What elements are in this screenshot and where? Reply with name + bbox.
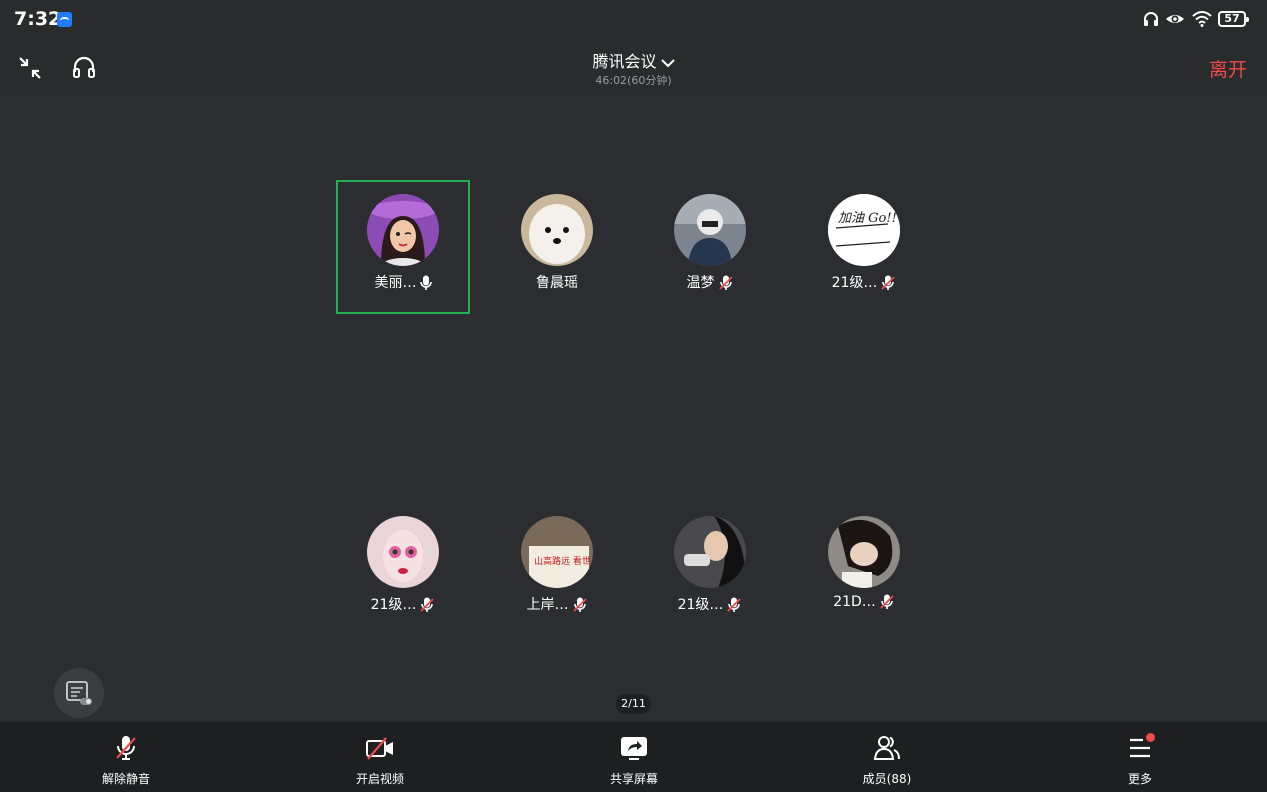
start-video-label: 开启视频 bbox=[355, 772, 404, 786]
more-button[interactable]: 更多 bbox=[1080, 722, 1200, 792]
participant-tile[interactable]: 山高路远 看世界 上岸… bbox=[490, 502, 624, 636]
start-video-button[interactable]: 开启视频 bbox=[320, 722, 440, 792]
leave-button[interactable]: 离开 bbox=[1209, 55, 1247, 82]
avatar bbox=[674, 194, 746, 266]
share-screen-label: 共享屏幕 bbox=[609, 772, 658, 786]
share-screen-icon bbox=[621, 737, 647, 760]
share-screen-button[interactable]: 共享屏幕 bbox=[574, 722, 694, 792]
video-off-icon bbox=[366, 737, 393, 760]
status-bar: 7:32 57 bbox=[0, 0, 1267, 40]
avatar: 山高路远 看世界 bbox=[521, 516, 593, 588]
mic-muted-icon bbox=[718, 275, 733, 290]
unmute-button[interactable]: 解除静音 bbox=[66, 722, 186, 792]
avatar bbox=[674, 516, 746, 588]
participant-tile[interactable]: 21D… bbox=[797, 502, 931, 636]
members-button[interactable]: 成员(88) bbox=[827, 722, 947, 792]
avatar bbox=[367, 516, 439, 588]
captions-button[interactable] bbox=[54, 668, 104, 718]
meeting-header: 腾讯会议 46:02(60分钟) 离开 bbox=[0, 40, 1267, 94]
eye-icon bbox=[1166, 15, 1184, 23]
meeting-toolbar: 解除静音 开启视频 共享屏幕 成员(88) 更多 bbox=[0, 722, 1267, 792]
participant-name: 21D… bbox=[833, 594, 876, 610]
meeting-title: 腾讯会议 bbox=[592, 52, 657, 71]
participant-name: 上岸… bbox=[526, 597, 569, 613]
members-label: 成员(88) bbox=[862, 772, 912, 786]
participant-tile[interactable]: 鲁晨瑶 bbox=[490, 180, 624, 314]
members-icon bbox=[873, 736, 900, 760]
battery-indicator: 57 bbox=[1218, 11, 1249, 27]
subtitle-icon bbox=[66, 681, 92, 705]
mic-on-icon bbox=[419, 275, 432, 290]
participant-name: 美丽… bbox=[374, 275, 417, 291]
tencent-meeting-notification-icon bbox=[57, 12, 72, 27]
status-time: 7:32 bbox=[14, 8, 62, 30]
mic-muted-icon bbox=[727, 597, 742, 612]
more-label: 更多 bbox=[1127, 772, 1152, 786]
mic-muted-icon bbox=[881, 275, 896, 290]
participant-tile[interactable]: 21级… bbox=[336, 502, 470, 636]
avatar bbox=[367, 194, 439, 266]
meeting-title-dropdown[interactable]: 腾讯会议 bbox=[0, 48, 1267, 72]
avatar: 加油 Go!! bbox=[828, 194, 900, 266]
participant-tile[interactable]: 温梦 bbox=[643, 180, 777, 314]
participant-name: 21级… bbox=[370, 597, 417, 613]
participant-name: 21级… bbox=[831, 275, 878, 291]
headphones-status-icon bbox=[1144, 12, 1158, 26]
mic-muted-icon bbox=[116, 736, 136, 760]
chevron-down-icon bbox=[660, 58, 675, 67]
avatar bbox=[521, 194, 593, 266]
page-indicator: 2/11 bbox=[616, 694, 651, 714]
mic-muted-icon bbox=[880, 594, 894, 609]
avatar bbox=[828, 516, 900, 588]
mic-muted-icon bbox=[420, 597, 435, 612]
notification-badge bbox=[1146, 733, 1155, 742]
participant-tile[interactable]: 21级… bbox=[643, 502, 777, 636]
participant-tile[interactable]: 加油 Go!! 21级… bbox=[797, 180, 931, 314]
participant-name: 鲁晨瑶 bbox=[536, 275, 578, 291]
avatar-handwriting: 山高路远 看世界 bbox=[534, 555, 593, 567]
participant-tile[interactable]: 美丽… bbox=[336, 180, 470, 314]
mic-muted-icon bbox=[572, 597, 587, 612]
meeting-timer: 46:02(60分钟) bbox=[595, 74, 672, 87]
participant-name: 21级… bbox=[677, 597, 724, 613]
wifi-icon bbox=[1192, 11, 1212, 27]
unmute-label: 解除静音 bbox=[101, 772, 150, 786]
participant-name: 温梦 bbox=[686, 275, 715, 291]
